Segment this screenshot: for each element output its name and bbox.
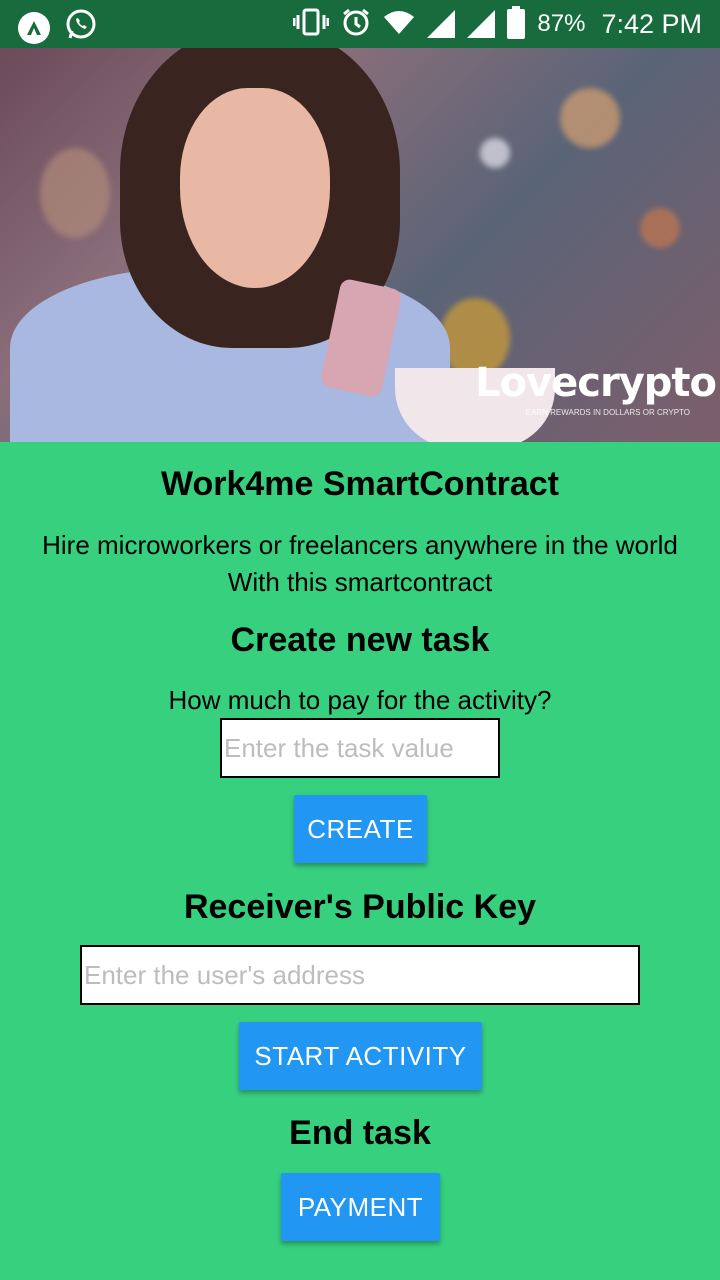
user-address-input[interactable] [80,945,640,1005]
end-task-heading: End task [289,1114,431,1152]
bokeh-light [640,208,680,248]
brand-tagline: EARN REWARDS IN DOLLARS OR CRYPTO [525,408,690,417]
status-bar: 87% 7:42 PM [0,0,720,48]
system-icons: 87% 7:42 PM [292,6,702,42]
subtitle-line-2: With this smartcontract [227,567,493,597]
hero-image: Lovecrypto EARN REWARDS IN DOLLARS OR CR… [0,48,720,442]
notification-icons [18,8,98,47]
page-title: Work4me SmartContract [160,465,560,503]
vibrate-icon [292,8,330,41]
payment-button[interactable]: PAYMENT [281,1173,440,1241]
signal-icon-2 [467,10,496,38]
wifi-icon [383,8,415,41]
whatsapp-icon [64,8,98,47]
create-task-heading: Create new task [230,621,490,659]
app-notification-icon [18,11,50,44]
bokeh-light [40,148,110,238]
person-face [180,88,330,288]
page-subtitle: Hire microworkers or freelancers anywher… [0,527,720,601]
brand-logo-text: Lovecrypto [475,360,717,406]
bokeh-light [480,138,510,168]
receiver-heading: Receiver's Public Key [183,888,537,926]
create-button[interactable]: CREATE [294,795,427,863]
battery-percent: 87% [537,10,586,37]
subtitle-line-1: Hire microworkers or freelancers anywher… [42,530,678,560]
alarm-icon [341,7,371,42]
clock: 7:42 PM [601,8,702,39]
signal-icon-1 [427,10,456,38]
battery-icon [507,6,526,39]
task-value-question: How much to pay for the activity? [168,685,552,715]
bokeh-light [560,88,620,148]
task-value-input[interactable] [220,718,500,778]
start-activity-button[interactable]: START ACTIVITY [239,1022,482,1090]
